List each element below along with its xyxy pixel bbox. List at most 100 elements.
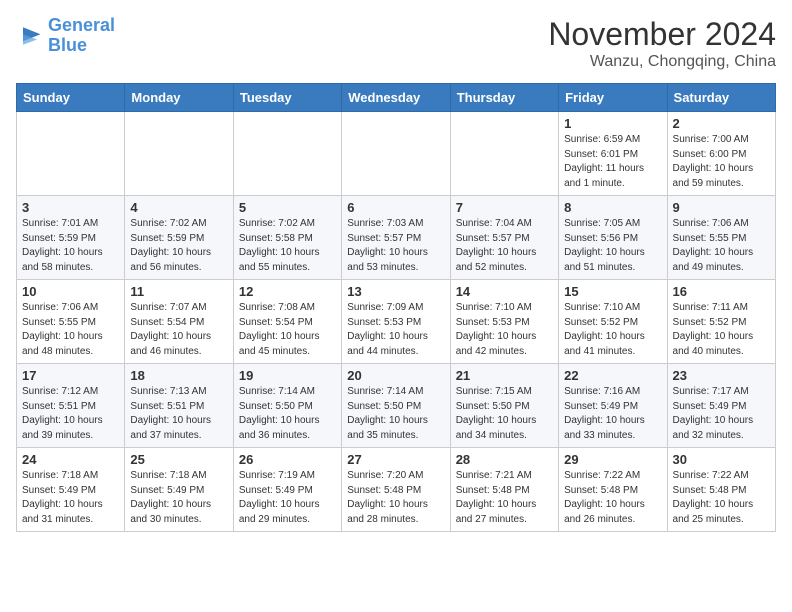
day-number: 21 xyxy=(456,368,553,383)
calendar-cell: 3 Sunrise: 7:01 AM Sunset: 5:59 PM Daylig… xyxy=(17,196,125,280)
calendar-week-2: 3 Sunrise: 7:01 AM Sunset: 5:59 PM Daylig… xyxy=(17,196,776,280)
col-header-tuesday: Tuesday xyxy=(233,84,341,112)
day-info: Sunrise: 7:11 AM Sunset: 5:52 PM Dayligh… xyxy=(673,301,770,359)
day-info: Sunrise: 7:20 AM Sunset: 5:48 PM Dayligh… xyxy=(347,469,444,527)
calendar-table: SundayMondayTuesdayWednesdayThursdayFrid… xyxy=(16,83,776,532)
day-info: Sunrise: 7:06 AM Sunset: 5:55 PM Dayligh… xyxy=(673,217,770,275)
day-info: Sunrise: 7:14 AM Sunset: 5:50 PM Dayligh… xyxy=(347,385,444,443)
calendar-cell: 21 Sunrise: 7:15 AM Sunset: 5:50 PM Dayli… xyxy=(450,364,558,448)
day-info: Sunrise: 7:19 AM Sunset: 5:49 PM Dayligh… xyxy=(239,469,336,527)
day-number: 22 xyxy=(564,368,661,383)
calendar-cell: 26 Sunrise: 7:19 AM Sunset: 5:49 PM Dayli… xyxy=(233,448,341,532)
day-number: 20 xyxy=(347,368,444,383)
day-number: 6 xyxy=(347,200,444,215)
day-info: Sunrise: 7:22 AM Sunset: 5:48 PM Dayligh… xyxy=(564,469,661,527)
calendar-cell: 13 Sunrise: 7:09 AM Sunset: 5:53 PM Dayli… xyxy=(342,280,450,364)
day-info: Sunrise: 7:01 AM Sunset: 5:59 PM Dayligh… xyxy=(22,217,119,275)
day-number: 24 xyxy=(22,452,119,467)
day-number: 8 xyxy=(564,200,661,215)
day-number: 1 xyxy=(564,116,661,131)
calendar-cell: 24Sunrise: 7:18 AM Sunset: 5:49 PM Dayli… xyxy=(17,448,125,532)
day-info: Sunrise: 7:10 AM Sunset: 5:52 PM Dayligh… xyxy=(564,301,661,359)
day-info: Sunrise: 7:08 AM Sunset: 5:54 PM Dayligh… xyxy=(239,301,336,359)
page-header: General Blue November 2024 Wanzu, Chongq… xyxy=(16,16,776,71)
day-number: 27 xyxy=(347,452,444,467)
day-info: Sunrise: 7:14 AM Sunset: 5:50 PM Dayligh… xyxy=(239,385,336,443)
calendar-cell: 27 Sunrise: 7:20 AM Sunset: 5:48 PM Dayli… xyxy=(342,448,450,532)
day-number: 11 xyxy=(130,284,227,299)
calendar-cell: 5 Sunrise: 7:02 AM Sunset: 5:58 PM Daylig… xyxy=(233,196,341,280)
day-number: 15 xyxy=(564,284,661,299)
logo-icon xyxy=(16,22,44,50)
calendar-cell: 16 Sunrise: 7:11 AM Sunset: 5:52 PM Dayli… xyxy=(667,280,775,364)
logo-text: General Blue xyxy=(48,16,115,56)
day-number: 23 xyxy=(673,368,770,383)
day-info: Sunrise: 7:16 AM Sunset: 5:49 PM Dayligh… xyxy=(564,385,661,443)
calendar-cell xyxy=(342,112,450,196)
calendar-cell: 25 Sunrise: 7:18 AM Sunset: 5:49 PM Dayli… xyxy=(125,448,233,532)
day-number: 25 xyxy=(130,452,227,467)
day-info: Sunrise: 7:00 AM Sunset: 6:00 PM Dayligh… xyxy=(673,133,770,191)
day-number: 16 xyxy=(673,284,770,299)
day-info: Sunrise: 6:59 AM Sunset: 6:01 PM Dayligh… xyxy=(564,133,661,191)
day-info: Sunrise: 7:02 AM Sunset: 5:58 PM Dayligh… xyxy=(239,217,336,275)
day-info: Sunrise: 7:10 AM Sunset: 5:53 PM Dayligh… xyxy=(456,301,553,359)
day-number: 30 xyxy=(673,452,770,467)
day-info: Sunrise: 7:15 AM Sunset: 5:50 PM Dayligh… xyxy=(456,385,553,443)
calendar-week-4: 17Sunrise: 7:12 AM Sunset: 5:51 PM Dayli… xyxy=(17,364,776,448)
month-title: November 2024 xyxy=(548,16,776,53)
calendar-cell: 6 Sunrise: 7:03 AM Sunset: 5:57 PM Daylig… xyxy=(342,196,450,280)
day-number: 2 xyxy=(673,116,770,131)
col-header-thursday: Thursday xyxy=(450,84,558,112)
day-info: Sunrise: 7:06 AM Sunset: 5:55 PM Dayligh… xyxy=(22,301,119,359)
day-info: Sunrise: 7:18 AM Sunset: 5:49 PM Dayligh… xyxy=(130,469,227,527)
calendar-week-5: 24 Sunrise: 7:18 AM Sunset: 5:49 PM Dayli… xyxy=(17,448,776,532)
day-info: Sunrise: 7:07 AM Sunset: 5:54 PM Dayligh… xyxy=(130,301,227,359)
calendar-cell: 10Sunrise: 7:06 AM Sunset: 5:55 PM Dayli… xyxy=(17,280,125,364)
calendar-cell: 4 Sunrise: 7:02 AM Sunset: 5:59 PM Daylig… xyxy=(125,196,233,280)
day-info: Sunrise: 7:04 AM Sunset: 5:57 PM Dayligh… xyxy=(456,217,553,275)
calendar-cell: 7 Sunrise: 7:04 AM Sunset: 5:57 PM Daylig… xyxy=(450,196,558,280)
day-number: 7 xyxy=(456,200,553,215)
calendar-cell xyxy=(17,112,125,196)
calendar-cell: 28Sunrise: 7:21 AM Sunset: 5:48 PM Dayli… xyxy=(450,448,558,532)
calendar-cell: 19 Sunrise: 7:14 AM Sunset: 5:50 PM Dayli… xyxy=(233,364,341,448)
day-number: 19 xyxy=(239,368,336,383)
day-number: 29 xyxy=(564,452,661,467)
col-header-friday: Friday xyxy=(559,84,667,112)
logo: General Blue xyxy=(16,16,115,56)
day-number: 28 xyxy=(456,452,553,467)
day-number: 18 xyxy=(130,368,227,383)
calendar-cell xyxy=(233,112,341,196)
calendar-cell: 17Sunrise: 7:12 AM Sunset: 5:51 PM Dayli… xyxy=(17,364,125,448)
col-header-monday: Monday xyxy=(125,84,233,112)
title-area: November 2024 Wanzu, Chongqing, China xyxy=(548,16,776,71)
calendar-cell: 11 Sunrise: 7:07 AM Sunset: 5:54 PM Dayli… xyxy=(125,280,233,364)
day-info: Sunrise: 7:09 AM Sunset: 5:53 PM Dayligh… xyxy=(347,301,444,359)
col-header-sunday: Sunday xyxy=(17,84,125,112)
day-number: 4 xyxy=(130,200,227,215)
logo-line1: General xyxy=(48,15,115,35)
calendar-cell: 14Sunrise: 7:10 AM Sunset: 5:53 PM Dayli… xyxy=(450,280,558,364)
day-number: 5 xyxy=(239,200,336,215)
calendar-cell: 18Sunrise: 7:13 AM Sunset: 5:51 PM Dayli… xyxy=(125,364,233,448)
calendar-week-3: 10Sunrise: 7:06 AM Sunset: 5:55 PM Dayli… xyxy=(17,280,776,364)
calendar-cell: 2 Sunrise: 7:00 AM Sunset: 6:00 PM Daylig… xyxy=(667,112,775,196)
col-header-saturday: Saturday xyxy=(667,84,775,112)
calendar-cell xyxy=(450,112,558,196)
day-info: Sunrise: 7:17 AM Sunset: 5:49 PM Dayligh… xyxy=(673,385,770,443)
day-info: Sunrise: 7:03 AM Sunset: 5:57 PM Dayligh… xyxy=(347,217,444,275)
day-number: 3 xyxy=(22,200,119,215)
calendar-week-1: 1 Sunrise: 6:59 AM Sunset: 6:01 PM Daylig… xyxy=(17,112,776,196)
day-info: Sunrise: 7:02 AM Sunset: 5:59 PM Dayligh… xyxy=(130,217,227,275)
calendar-cell: 23 Sunrise: 7:17 AM Sunset: 5:49 PM Dayli… xyxy=(667,364,775,448)
day-number: 17 xyxy=(22,368,119,383)
calendar-cell: 20 Sunrise: 7:14 AM Sunset: 5:50 PM Dayli… xyxy=(342,364,450,448)
calendar-cell: 29 Sunrise: 7:22 AM Sunset: 5:48 PM Dayli… xyxy=(559,448,667,532)
day-number: 26 xyxy=(239,452,336,467)
location-subtitle: Wanzu, Chongqing, China xyxy=(548,53,776,71)
day-number: 12 xyxy=(239,284,336,299)
day-number: 9 xyxy=(673,200,770,215)
calendar-cell: 12 Sunrise: 7:08 AM Sunset: 5:54 PM Dayli… xyxy=(233,280,341,364)
day-number: 13 xyxy=(347,284,444,299)
